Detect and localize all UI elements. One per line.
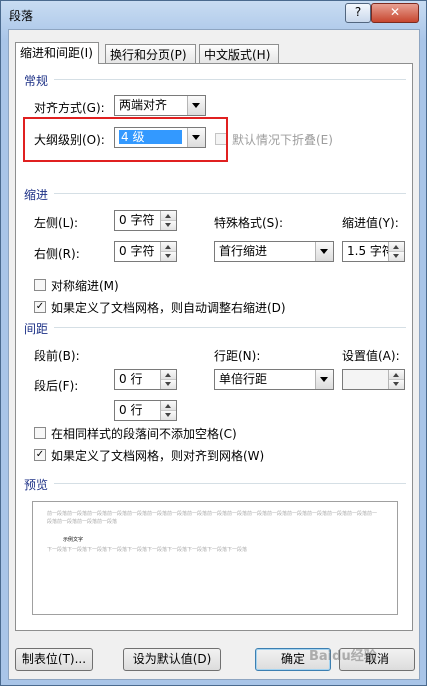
dialog-body: 缩进和间距(I) 换行和分页(P) 中文版式(H) 常规 对齐方式(G): 两端…	[8, 29, 420, 680]
space-before-spinner[interactable]: 0 行	[114, 369, 177, 390]
tab-line-page-breaks[interactable]: 换行和分页(P)	[105, 44, 196, 64]
spacing-section-label: 间距	[24, 322, 49, 336]
general-section-label: 常规	[24, 74, 49, 88]
right-indent-value: 0 字符	[119, 244, 155, 258]
auto-adjust-checkbox[interactable]: ✓	[34, 301, 46, 313]
paragraph-dialog: 段落 ? ✕ 缩进和间距(I) 换行和分页(P) 中文版式(H) 常规 对齐方式…	[0, 0, 427, 686]
snap-to-grid-label: 如果定义了文档网格，则对齐到网格(W)	[51, 449, 265, 463]
spin-up-icon[interactable]	[161, 370, 176, 380]
spin-up-icon[interactable]	[161, 401, 176, 411]
spin-down-icon[interactable]	[161, 411, 176, 420]
mirror-indents-checkbox[interactable]	[34, 279, 46, 291]
indent-by-spinner[interactable]: 1.5 字符	[342, 241, 405, 262]
space-before-value: 0 行	[119, 372, 143, 386]
spin-down-icon[interactable]	[161, 252, 176, 261]
alignment-dropdown[interactable]: 两端对齐	[114, 95, 206, 116]
special-indent-value: 首行缩进	[219, 244, 268, 258]
chevron-down-icon[interactable]	[187, 96, 205, 115]
auto-adjust-label: 如果定义了文档网格，则自动调整右缩进(D)	[51, 301, 286, 315]
line-spacing-dropdown[interactable]: 单倍行距	[214, 369, 334, 390]
title-bar: 段落 ? ✕	[1, 1, 426, 27]
right-indent-label: 右侧(R):	[34, 247, 80, 261]
space-after-label: 段后(F):	[34, 379, 79, 393]
dialog-title: 段落	[9, 9, 34, 23]
spin-down-icon[interactable]	[161, 380, 176, 389]
no-space-same-style-checkbox[interactable]	[34, 427, 46, 439]
set-default-button[interactable]: 设为默认值(D)	[123, 648, 221, 671]
close-button[interactable]: ✕	[371, 3, 419, 23]
spacing-divider	[54, 327, 406, 328]
space-after-value: 0 行	[119, 403, 143, 417]
watermark: Baidu经验	[309, 649, 377, 664]
special-indent-dropdown[interactable]: 首行缩进	[214, 241, 334, 262]
left-indent-value: 0 字符	[119, 213, 155, 227]
preview-divider	[54, 483, 406, 484]
snap-to-grid-checkbox[interactable]: ✓	[34, 449, 46, 461]
spacing-at-spinner[interactable]	[342, 369, 405, 390]
indent-section-label: 缩进	[24, 188, 49, 202]
mirror-indents-label: 对称缩进(M)	[51, 279, 119, 293]
general-divider	[54, 79, 406, 80]
spin-down-icon[interactable]	[389, 252, 404, 261]
tab-panel: 常规 对齐方式(G): 两端对齐 大纲级别(O): 4 级 默认情况下折叠(E)…	[15, 63, 413, 631]
collapse-label: 默认情况下折叠(E)	[232, 133, 333, 147]
spin-up-icon[interactable]	[389, 242, 404, 252]
left-indent-label: 左侧(L):	[34, 216, 79, 230]
indent-by-value: 1.5 字符	[347, 244, 394, 258]
help-button[interactable]: ?	[345, 3, 371, 23]
spin-up-icon[interactable]	[389, 370, 404, 380]
line-spacing-label: 行距(N):	[214, 349, 261, 363]
spin-up-icon[interactable]	[161, 242, 176, 252]
alignment-label: 对齐方式(G):	[34, 101, 105, 115]
left-indent-spinner[interactable]: 0 字符	[114, 210, 177, 231]
special-label: 特殊格式(S):	[214, 216, 284, 230]
indent-divider	[54, 193, 406, 194]
spacing-at-label: 设置值(A):	[342, 349, 400, 363]
preview-previous-paragraph: 前一段落前一段落前一段落前一段落前一段落前一段落前一段落前一段落前一段落前一段落…	[47, 511, 378, 525]
space-before-label: 段前(B):	[34, 349, 80, 363]
spin-up-icon[interactable]	[161, 211, 176, 221]
spin-down-icon[interactable]	[161, 221, 176, 230]
right-indent-spinner[interactable]: 0 字符	[114, 241, 177, 262]
preview-section-label: 预览	[24, 478, 49, 492]
space-after-spinner[interactable]: 0 行	[114, 400, 177, 421]
line-spacing-value: 单倍行距	[219, 372, 268, 386]
chevron-down-icon[interactable]	[315, 242, 333, 261]
preview-sample-text: 示例文字	[63, 537, 84, 543]
alignment-value: 两端对齐	[119, 98, 168, 112]
tab-indents-spacing[interactable]: 缩进和间距(I)	[15, 42, 99, 64]
no-space-same-style-label: 在相同样式的段落间不添加空格(C)	[51, 427, 237, 441]
tabs-button[interactable]: 制表位(T)...	[15, 648, 93, 671]
tab-asian-typography[interactable]: 中文版式(H)	[199, 44, 279, 64]
indent-by-label: 缩进值(Y):	[342, 216, 399, 230]
preview-box: 前一段落前一段落前一段落前一段落前一段落前一段落前一段落前一段落前一段落前一段落…	[32, 501, 398, 615]
chevron-down-icon[interactable]	[315, 370, 333, 389]
spin-down-icon[interactable]	[389, 380, 404, 389]
highlight-box	[23, 117, 228, 162]
preview-next-paragraph: 下一段落下一段落下一段落下一段落下一段落下一段落下一段落下一段落下一段落下一段落	[47, 547, 248, 553]
